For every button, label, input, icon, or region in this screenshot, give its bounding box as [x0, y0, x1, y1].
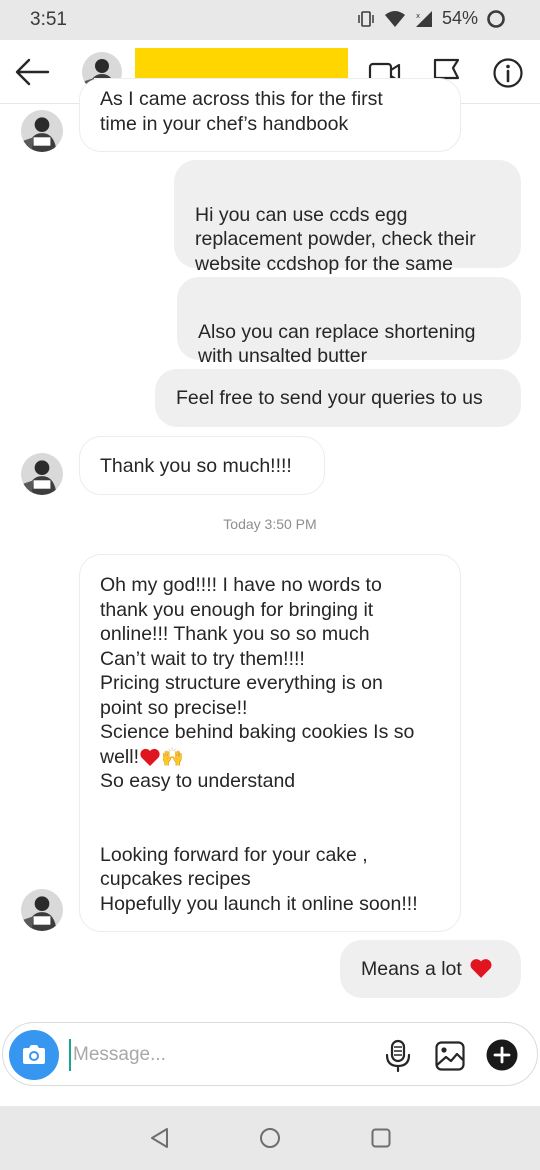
- status-time: 3:51: [30, 9, 67, 30]
- nav-back-button[interactable]: [148, 1126, 172, 1150]
- vibrate-icon: [358, 10, 374, 27]
- avatar-photo: [21, 110, 63, 152]
- message-bubble-received[interactable]: Thank you so much!!!!: [79, 436, 325, 495]
- system-navigation-bar: [0, 1106, 540, 1170]
- message-bubble-sent[interactable]: Also you can replace shortening with uns…: [177, 277, 521, 367]
- message-text: So easy to understand Looking forward fo…: [100, 770, 418, 915]
- message-text: Hi you can use ccds egg replacement powd…: [195, 203, 476, 275]
- info-button[interactable]: [491, 56, 525, 90]
- message-text: time in your chef’s handbook: [100, 113, 349, 135]
- message-input[interactable]: [69, 1039, 349, 1071]
- raising-hands-emoji: 🙌: [161, 747, 184, 768]
- gallery-icon: [435, 1041, 465, 1071]
- info-icon: [493, 58, 523, 88]
- message-bubble-received[interactable]: As I came across this for the first time…: [79, 78, 461, 152]
- avatar-photo: [21, 453, 63, 495]
- back-arrow-icon: [15, 58, 50, 86]
- message-bubble-received[interactable]: Oh my god!!!! I have no words to thank y…: [79, 554, 461, 932]
- signal-icon: x: [415, 10, 432, 27]
- plus-icon: [486, 1039, 518, 1071]
- circle-home-icon: [260, 1128, 280, 1148]
- message-text: Thank you so much!!!!: [100, 455, 292, 477]
- sender-avatar[interactable]: [21, 453, 63, 495]
- message-composer: [2, 1022, 538, 1086]
- message-bubble-sent[interactable]: Feel free to send your queries to us: [155, 369, 521, 427]
- sender-avatar[interactable]: [21, 110, 63, 152]
- chat-timestamp: Today 3:50 PM: [223, 516, 317, 532]
- back-button[interactable]: [14, 56, 50, 88]
- wifi-icon: [384, 10, 405, 27]
- nav-home-button[interactable]: [258, 1126, 282, 1150]
- battery-icon: [487, 9, 505, 28]
- camera-button[interactable]: [9, 1030, 59, 1080]
- message-text: As I came across this for the first: [100, 88, 383, 110]
- microphone-icon: [385, 1039, 411, 1073]
- camera-icon: [23, 1045, 45, 1064]
- message-text: Means a lot: [361, 958, 462, 980]
- message-text: Oh my god!!!! I have no words to thank y…: [100, 574, 415, 768]
- status-bar: 3:51 x 54%: [0, 0, 540, 40]
- status-icons: x 54%: [356, 8, 506, 29]
- sender-avatar[interactable]: [21, 889, 63, 931]
- heart-emoji: [140, 749, 160, 767]
- voice-message-button[interactable]: [383, 1039, 413, 1073]
- heart-emoji: [470, 959, 492, 978]
- avatar-photo: [21, 889, 63, 931]
- message-bubble-sent[interactable]: Means a lot: [340, 940, 521, 998]
- nav-recents-button[interactable]: [369, 1126, 393, 1150]
- message-bubble-sent[interactable]: Hi you can use ccds egg replacement powd…: [174, 160, 521, 275]
- triangle-back-icon: [151, 1128, 168, 1148]
- battery-percent: 54%: [441, 8, 478, 28]
- square-recents-icon: [371, 1128, 391, 1148]
- more-options-button[interactable]: [486, 1039, 518, 1071]
- message-text: Feel free to send your queries to us: [176, 387, 483, 409]
- message-text: Also you can replace shortening with uns…: [198, 320, 476, 368]
- svg-text:x: x: [416, 12, 420, 20]
- gallery-button[interactable]: [434, 1040, 466, 1072]
